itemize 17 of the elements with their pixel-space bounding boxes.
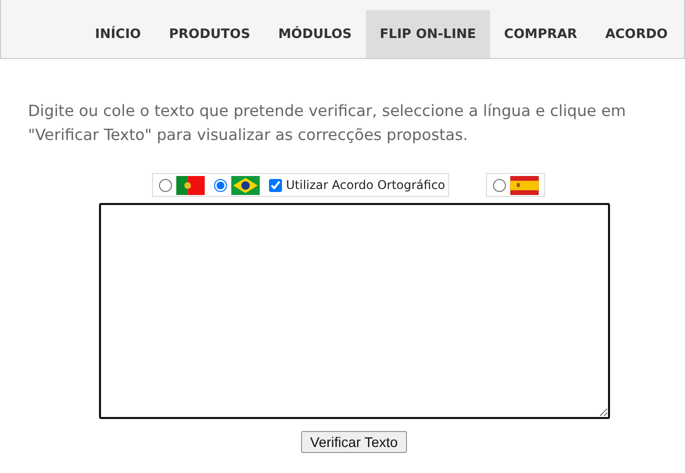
language-radio[interactable] xyxy=(493,178,506,192)
spain-flag-icon xyxy=(510,176,540,194)
instructions-text: Digite ou cole o texto que pretende verificar, seleccione a língua e clique em "Verificar Texto" para visualizar as correcções propostas. xyxy=(28,101,627,146)
nav-tab[interactable]: PRODUTOS xyxy=(154,0,264,58)
language-radio[interactable] xyxy=(159,178,172,192)
language-radio[interactable] xyxy=(214,178,227,192)
nav-tab[interactable]: FLIP ON-LINE xyxy=(366,10,490,58)
nav-tab[interactable]: INÍCIO xyxy=(81,0,155,58)
nav-tab[interactable]: COMPRAR xyxy=(490,0,592,58)
text-input-field[interactable] xyxy=(99,203,610,419)
nav-tab[interactable]: ACORDO xyxy=(591,0,682,58)
verify-text-button[interactable]: Verificar Texto xyxy=(301,431,407,453)
portugal-flag-icon xyxy=(176,176,205,194)
agreement-label: Utilizar Acordo Ortográfico xyxy=(286,178,446,192)
agreement-checkbox[interactable] xyxy=(269,178,282,192)
brazil-flag-icon xyxy=(231,176,260,194)
nav-tab[interactable]: MÓDULOS xyxy=(264,0,366,58)
